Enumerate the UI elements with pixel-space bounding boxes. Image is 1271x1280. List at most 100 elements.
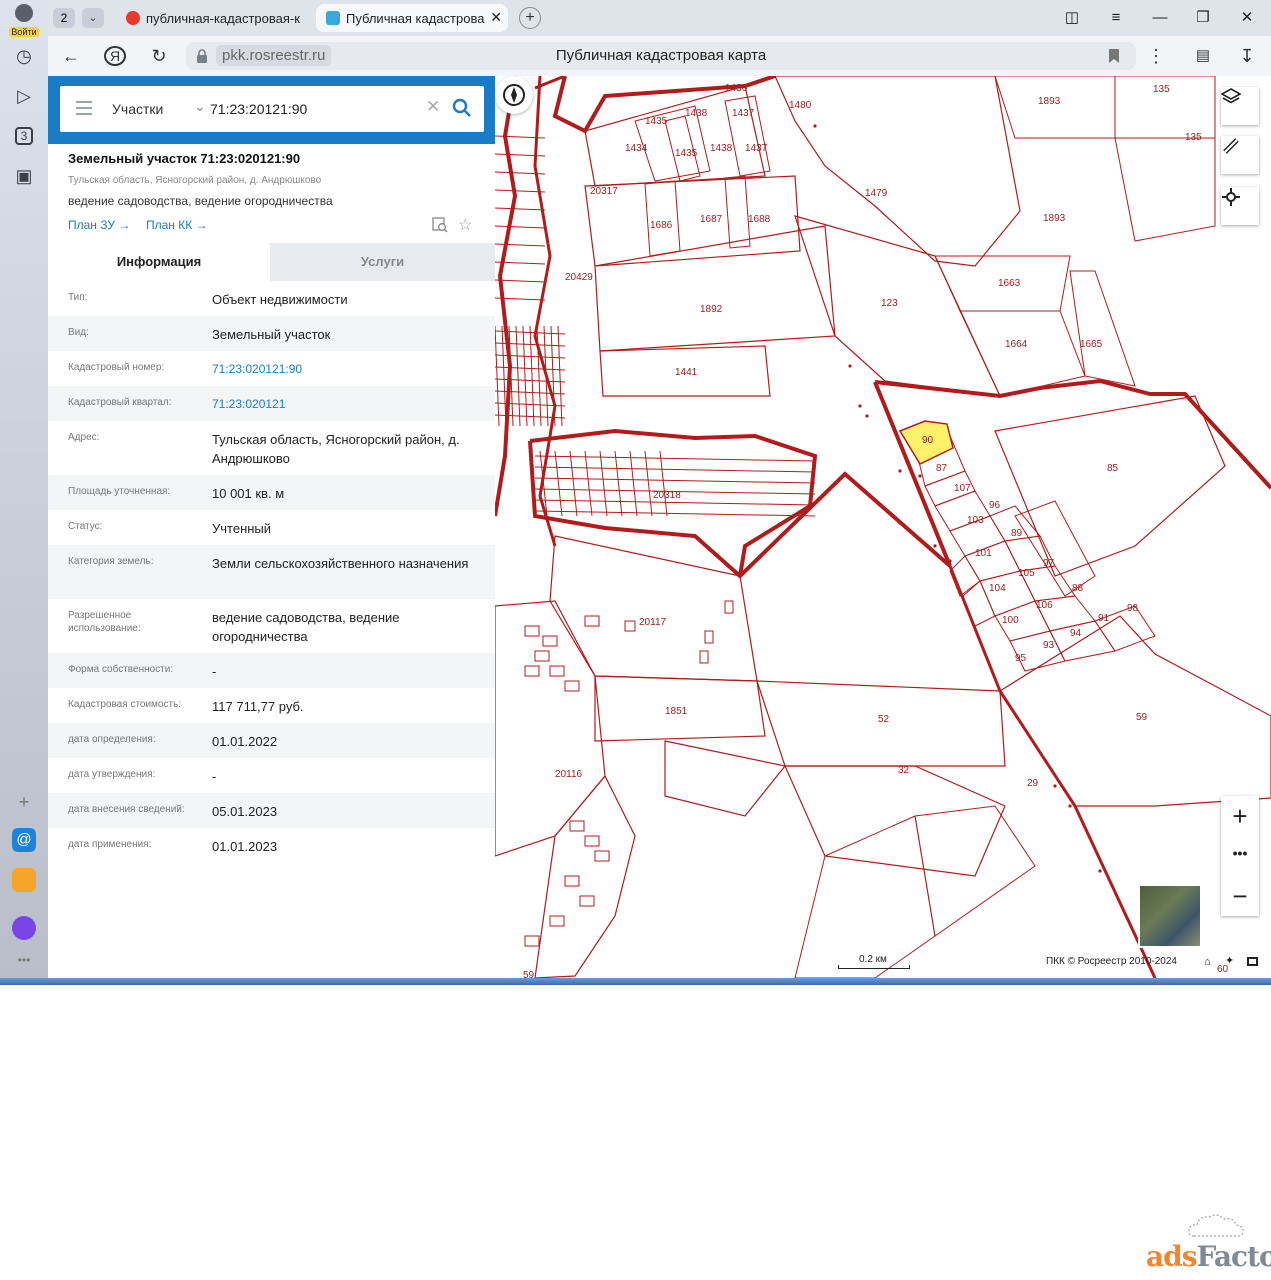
info-panel: Участки ⌄ ✕ ‹ Земельный участок 71:23:02… [48, 76, 510, 978]
new-tab-button[interactable]: + [519, 7, 541, 29]
building-outline [542, 635, 558, 647]
screenshot-icon[interactable]: ▣ [10, 162, 38, 190]
alice-icon[interactable] [10, 914, 38, 942]
boundary-line [534, 477, 816, 484]
layer-select[interactable]: Участки [112, 101, 163, 117]
boundary-line [495, 325, 500, 427]
cadastral-map[interactable]: 1436 1435 1438 1437 1434 1435 1438 1437 1480 1893… [495, 76, 1271, 978]
login-button[interactable]: Войти [6, 4, 42, 37]
yandex-home-icon[interactable]: Я [102, 44, 128, 68]
chevron-down-icon[interactable]: ⌄ [194, 98, 206, 115]
details-value: 01.01.2023 [212, 839, 278, 854]
play-icon[interactable]: ▷ [10, 82, 38, 110]
locate-button[interactable] [1221, 187, 1259, 225]
search-icon[interactable] [452, 98, 472, 118]
url-field[interactable]: pkk.rosreestr.ru Публичная кадастровая к… [186, 42, 1136, 70]
mail-icon[interactable]: @ [10, 826, 38, 854]
tab-group-counter[interactable]: 2 [53, 8, 75, 28]
restore-icon[interactable]: ❐ [1191, 8, 1215, 28]
details-value-link[interactable]: 71:23:020121:90 [212, 360, 482, 379]
zoom-more-button[interactable]: ••• [1221, 836, 1259, 876]
add-icon[interactable]: + [10, 788, 38, 816]
scale-bar [838, 965, 910, 969]
building-outline [549, 915, 565, 927]
parcel-boundary [644, 180, 681, 257]
details-row: Кадастровый квартал: 71:23:020121 [48, 386, 495, 421]
parcel-label: 85 [1107, 463, 1119, 474]
plan-kk-link[interactable]: План КК → [146, 218, 208, 232]
user-icon [15, 4, 33, 22]
parcel-boundary [1114, 137, 1216, 242]
boundary-line [534, 455, 816, 462]
os-taskbar [0, 978, 1271, 985]
reader-icon[interactable]: ▤ [1190, 44, 1216, 68]
zoom-to-object-icon[interactable] [432, 217, 448, 233]
yandex-icon [126, 11, 140, 25]
home-icon[interactable]: ⌂ [1204, 956, 1211, 968]
basemap-toggle[interactable] [1138, 884, 1202, 948]
tab-information[interactable]: Информация [48, 243, 270, 281]
details-value: 01.01.2022 [212, 734, 278, 749]
page-title: Публичная кадастровая карта [555, 47, 767, 64]
reload-icon[interactable]: ↻ [146, 44, 172, 68]
zoom-out-button[interactable]: − [1221, 876, 1259, 916]
boundary-line [495, 153, 546, 157]
fullscreen-icon[interactable] [1247, 957, 1258, 966]
parcel-label: 1438 [685, 108, 708, 119]
sparkle-icon[interactable]: ✦ [1225, 954, 1234, 967]
building-outline [624, 620, 636, 632]
count-badge[interactable]: 3 [10, 122, 38, 150]
close-window-icon[interactable]: ✕ [1235, 8, 1259, 28]
details-value-link[interactable]: 71:23:020121 [212, 395, 482, 414]
parcel-boundary [964, 540, 1021, 582]
minimize-icon[interactable]: — [1148, 8, 1172, 28]
object-title: Земельный участок 71:23:020121:90 [68, 151, 301, 166]
envelope-icon[interactable] [10, 866, 38, 894]
building-outline [524, 665, 540, 677]
parcel-label: 103 [967, 515, 984, 526]
more-icon[interactable]: ••• [10, 946, 38, 974]
plan-zu-link[interactable]: План ЗУ → [68, 218, 130, 232]
hamburger-icon[interactable] [76, 101, 92, 115]
boundary-line [644, 450, 653, 517]
parcel-label: 90 [922, 435, 934, 446]
clear-icon[interactable]: ✕ [426, 97, 440, 117]
tab-rosreestr[interactable]: Публичная кадастрова ✕ [316, 4, 508, 32]
download-icon[interactable]: ↧ [1234, 44, 1260, 68]
rosreestr-icon [326, 11, 340, 25]
details-label: дата определения: [68, 734, 156, 745]
info-tabs: Информация Услуги [48, 243, 495, 281]
menu-icon[interactable]: ≡ [1104, 8, 1128, 28]
watermark-factory: Factory [1196, 1240, 1271, 1273]
tab-yandex[interactable]: публичная-кадастровая-к [116, 4, 306, 32]
back-arrow-icon[interactable]: ← [58, 44, 84, 68]
parcel-label: 1851 [665, 706, 688, 717]
tab-list-chevron-icon[interactable]: ⌄ [82, 8, 104, 28]
parcel-label: 1437 [745, 143, 768, 154]
search-input[interactable] [210, 97, 420, 121]
details-row: Тип: Объект недвижимости [48, 281, 495, 316]
measure-button[interactable] [1221, 136, 1259, 174]
parcel-label: 1434 [625, 143, 648, 154]
parcel-label: 20429 [565, 272, 593, 283]
point-marker [848, 364, 852, 368]
zoom-in-button[interactable]: + [1221, 796, 1259, 836]
tab-rosreestr-title: Публичная кадастрова [346, 10, 485, 26]
parcel-layer[interactable]: 1436 1435 1438 1437 1434 1435 1438 1437 1480 1893… [495, 76, 1271, 978]
layers-button[interactable] [1221, 87, 1259, 125]
star-icon[interactable]: ☆ [458, 215, 472, 235]
point-marker [1053, 784, 1057, 788]
more-options-icon[interactable]: ⋮ [1143, 44, 1169, 68]
compass-icon[interactable] [495, 76, 533, 114]
details-label: Площадь уточненная: [68, 486, 171, 497]
details-label: Форма собственности: [68, 664, 174, 675]
parcel-label: 88 [1072, 583, 1084, 594]
parcel-boundary [549, 535, 758, 682]
history-icon[interactable]: ◷ [10, 42, 38, 70]
tab-services[interactable]: Услуги [270, 243, 495, 281]
bookmarks-panel-icon[interactable]: ◫ [1060, 8, 1084, 28]
bookmark-icon[interactable] [1108, 48, 1120, 64]
close-tab-icon[interactable]: ✕ [490, 9, 502, 26]
boundary-line [495, 225, 546, 229]
details-value: - [212, 769, 217, 784]
